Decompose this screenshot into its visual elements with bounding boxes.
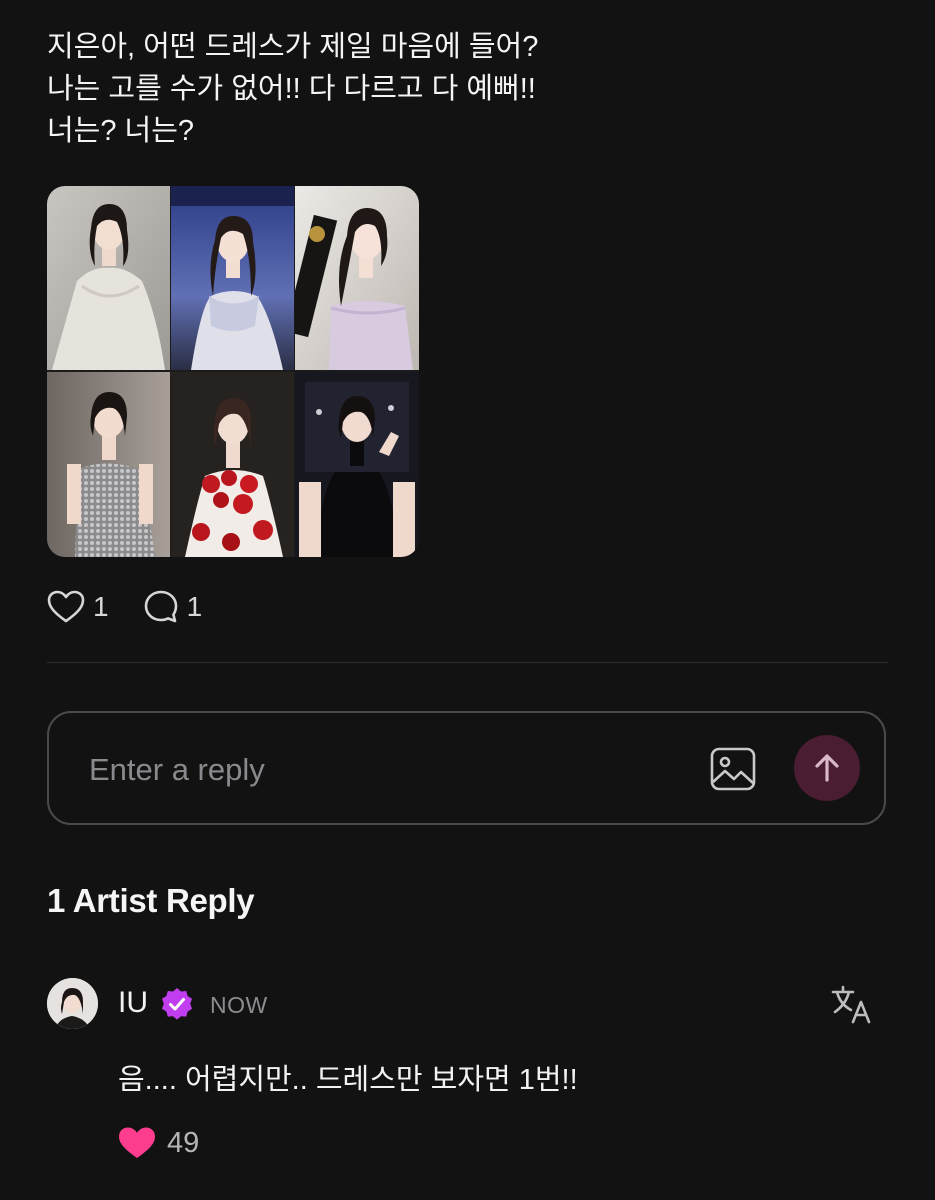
comment-author[interactable]: IU [118, 986, 148, 1020]
gallery-photo-5[interactable] [171, 372, 294, 557]
avatar[interactable] [47, 978, 98, 1029]
comment-like-count: 49 [167, 1126, 200, 1159]
comment-count: 1 [186, 591, 203, 622]
reply-composer [47, 711, 886, 825]
comment-button[interactable]: 1 [143, 589, 203, 625]
translate-icon [831, 985, 871, 1024]
reply-input[interactable] [87, 743, 651, 797]
heart-outline-icon [47, 590, 85, 623]
gallery-photo-1[interactable] [47, 186, 170, 370]
post-actions: 1 1 [47, 587, 236, 627]
gallery-photo-4[interactable] [47, 372, 170, 557]
speech-bubble-icon [144, 590, 177, 623]
arrow-up-icon [815, 754, 839, 782]
like-count: 1 [93, 591, 109, 622]
attach-image-button[interactable] [709, 746, 757, 792]
post-text-line: 나는 고를 수가 없어!! 다 다르고 다 예뻐!! [47, 73, 536, 105]
post-text-line: 지은아, 어떤 드레스가 제일 마음에 들어? [47, 31, 539, 63]
image-icon [710, 747, 756, 791]
like-button[interactable]: 1 [47, 590, 109, 624]
photo-gallery [47, 186, 419, 557]
gallery-photo-2[interactable] [171, 186, 294, 370]
comment-like-button[interactable]: 49 [118, 1126, 199, 1160]
artist-comment-header: IU NOW [47, 978, 888, 1030]
verified-badge-icon [162, 988, 192, 1020]
divider [47, 662, 888, 663]
gallery-photo-3[interactable] [295, 186, 419, 370]
gallery-photo-6[interactable] [295, 372, 419, 557]
artist-replies-title: 1 Artist Reply [47, 882, 255, 919]
comment-text: 음.... 어렵지만.. 드레스만 보자면 1번!! [118, 1064, 578, 1096]
post-text-line: 너는? 너는? [47, 115, 195, 147]
heart-filled-icon [119, 1127, 155, 1158]
post-text: 지은아, 어떤 드레스가 제일 마음에 들어? 나는 고를 수가 없어!! 다 … [47, 26, 887, 152]
comment-time: NOW [210, 992, 268, 1018]
translate-button[interactable] [831, 984, 873, 1024]
send-button[interactable] [794, 735, 860, 801]
